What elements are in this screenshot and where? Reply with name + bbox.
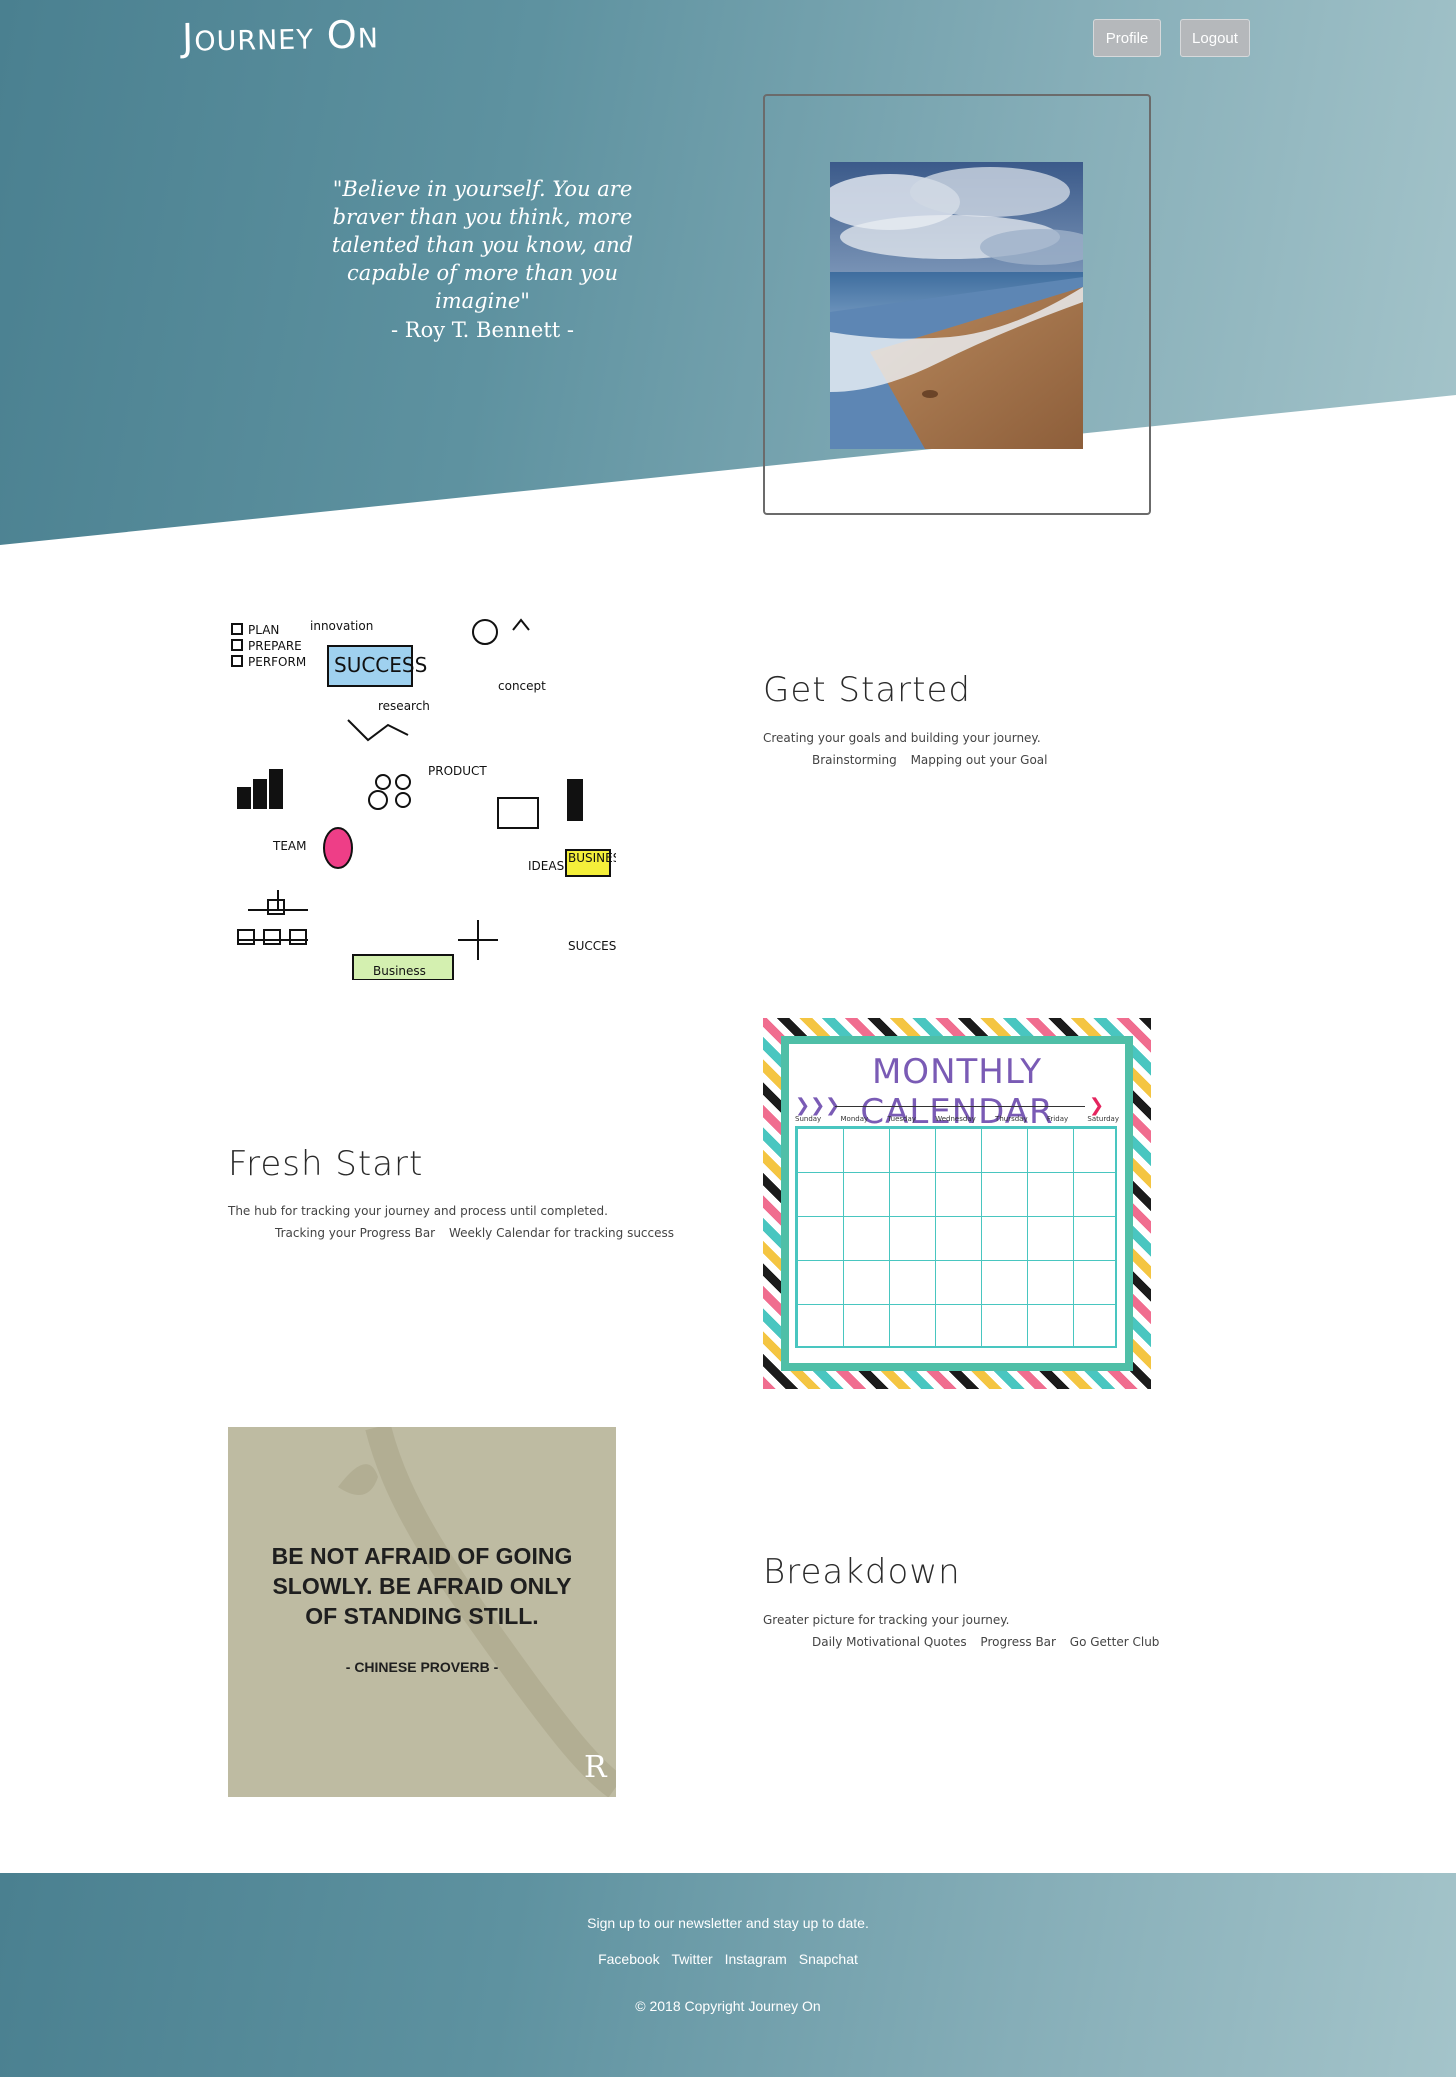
hero-quote: "Believe in yourself. You are braver tha…	[331, 177, 634, 313]
weekday-sunday: Sunday	[795, 1115, 822, 1123]
section-title-breakdown: Breakdown	[763, 1552, 961, 1592]
link-mapping-goal[interactable]: Mapping out your Goal	[911, 753, 1048, 767]
social-links: Facebook Twitter Instagram Snapchat	[0, 1951, 1456, 1967]
link-weekly-calendar[interactable]: Weekly Calendar for tracking success	[449, 1226, 674, 1240]
svg-text:IDEAS: IDEAS	[528, 859, 564, 873]
monthly-calendar-image: MONTHLY CALENDAR ❯❯❯ ❯ Sunday Monday Tue…	[763, 1018, 1151, 1389]
newsletter-text[interactable]: Sign up to our newsletter and stay up to…	[0, 1915, 1456, 1931]
section-title-fresh-start: Fresh Start	[228, 1144, 424, 1184]
link-progress-bar[interactable]: Tracking your Progress Bar	[275, 1226, 435, 1240]
svg-text:Business: Business	[373, 964, 426, 978]
svg-text:PLAN: PLAN	[248, 623, 279, 637]
calendar-arrow-right-icon: ❯	[1089, 1095, 1105, 1116]
proverb-text: BE NOT AFRAID OF GOING SLOWLY. BE AFRAID…	[271, 1543, 573, 1629]
weekday-friday: Friday	[1046, 1115, 1069, 1123]
section-desc-breakdown: Greater picture for tracking your journe…	[763, 1613, 1010, 1627]
section-title-get-started: Get Started	[763, 670, 971, 710]
svg-text:research: research	[378, 699, 430, 713]
weekday-tuesday: Tuesday	[887, 1115, 916, 1123]
weekday-monday: Monday	[840, 1115, 869, 1123]
svg-text:TEAM: TEAM	[272, 839, 306, 853]
svg-text:innovation: innovation	[310, 619, 373, 633]
calendar-grid	[795, 1126, 1117, 1348]
section-links-breakdown: Daily Motivational Quotes Progress Bar G…	[812, 1635, 1169, 1649]
link-daily-quotes[interactable]: Daily Motivational Quotes	[812, 1635, 967, 1649]
section-desc-get-started: Creating your goals and building your jo…	[763, 731, 1041, 745]
svg-text:concept: concept	[498, 679, 546, 693]
svg-text:PRODUCT: PRODUCT	[428, 764, 487, 778]
svg-text:SUCCESS: SUCCESS	[568, 939, 616, 953]
brainstorm-sketch-image: PLAN PREPARE PERFORM innovation SUCCESS …	[228, 610, 616, 980]
brand-logo[interactable]: Journey On	[182, 12, 380, 59]
instagram-link[interactable]: Instagram	[725, 1951, 787, 1967]
link-go-getter-club[interactable]: Go Getter Club	[1070, 1635, 1160, 1649]
copyright-text: © 2018 Copyright Journey On	[635, 1998, 821, 2014]
calendar-arrow-left-icon: ❯❯❯	[795, 1095, 841, 1116]
hero-banner	[0, 0, 1456, 545]
link-brainstorming[interactable]: Brainstorming	[812, 753, 897, 767]
proverb-source: - CHINESE PROVERB -	[345, 1659, 499, 1675]
proverb-quote-image: R BE NOT AFRAID OF GOING SLOWLY. BE AFRA…	[228, 1427, 616, 1797]
svg-text:R: R	[584, 1750, 608, 1785]
section-links-get-started: Brainstorming Mapping out your Goal	[812, 753, 1057, 767]
profile-button[interactable]: Profile	[1093, 19, 1161, 57]
beach-image	[830, 162, 1083, 449]
weekday-saturday: Saturday	[1087, 1115, 1119, 1123]
svg-text:PERFORM: PERFORM	[248, 655, 306, 669]
svg-text:SUCCESS: SUCCESS	[334, 653, 427, 677]
hero-quote-author: - Roy T. Bennett -	[390, 318, 575, 342]
footer: Sign up to our newsletter and stay up to…	[0, 1873, 1456, 2077]
logout-button[interactable]: Logout	[1180, 19, 1250, 57]
link-progress-bar-2[interactable]: Progress Bar	[980, 1635, 1056, 1649]
calendar-weekdays: Sunday Monday Tuesday Wednesday Thursday…	[795, 1115, 1119, 1123]
facebook-link[interactable]: Facebook	[598, 1951, 659, 1967]
svg-text:BUSINESS: BUSINESS	[568, 851, 616, 865]
section-links-fresh-start: Tracking your Progress Bar Weekly Calend…	[275, 1226, 684, 1240]
snapchat-link[interactable]: Snapchat	[799, 1951, 858, 1967]
svg-text:PREPARE: PREPARE	[248, 639, 302, 653]
twitter-link[interactable]: Twitter	[671, 1951, 712, 1967]
section-desc-fresh-start: The hub for tracking your journey and pr…	[228, 1204, 608, 1218]
weekday-thursday: Thursday	[995, 1115, 1028, 1123]
weekday-wednesday: Wednesday	[935, 1115, 976, 1123]
